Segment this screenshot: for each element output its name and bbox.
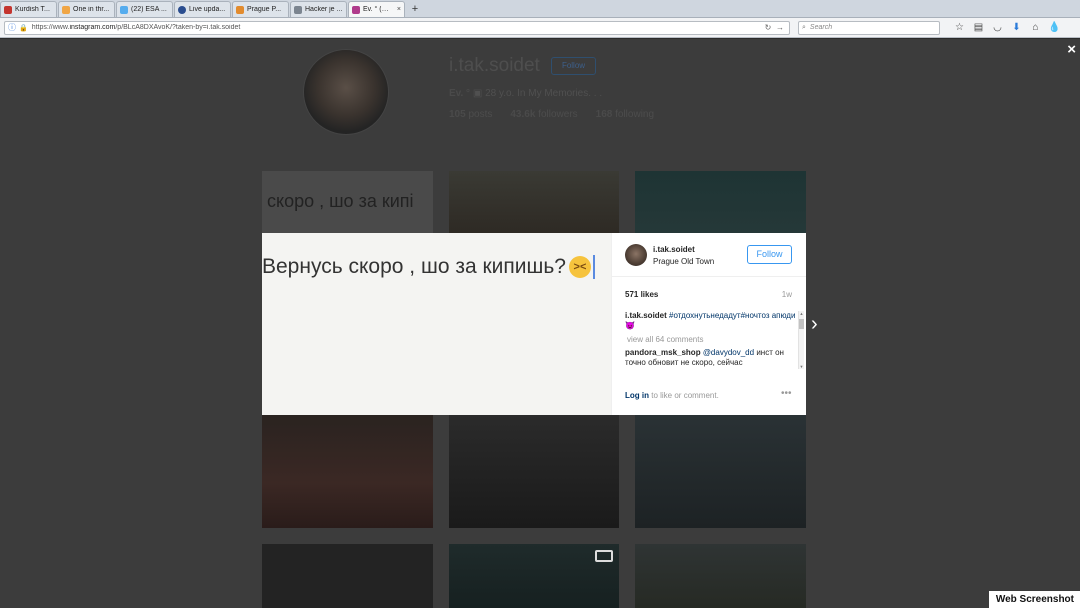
bio-emoji-icon: ▣ [472, 88, 483, 99]
grid-post-5[interactable] [449, 415, 619, 528]
bio-name: Ev. ° [449, 88, 471, 99]
download-icon[interactable]: ⬇ [1007, 22, 1026, 33]
post-username[interactable]: i.tak.soidet [653, 245, 695, 254]
text-caret [592, 255, 595, 280]
posts-stat: 105 posts [449, 109, 493, 120]
close-icon[interactable]: × [1067, 41, 1076, 58]
tab-label: Kurdish T... [15, 6, 50, 13]
tab-label: (22) ESA ... [131, 6, 167, 13]
star-icon[interactable]: ☆ [950, 22, 969, 33]
profile-stats: 105 posts 43.6k followers 168 following [449, 109, 654, 120]
grid-post-6[interactable] [635, 415, 806, 528]
following-stat[interactable]: 168 following [596, 109, 654, 120]
likes-row: 571 likes 1w [625, 290, 792, 299]
comment-item: pandora_msk_shop @davydov_dd инст он точ… [625, 348, 800, 368]
search-icon: ⌕ [802, 23, 806, 31]
sync-icon[interactable]: 💧 [1045, 22, 1064, 33]
scroll-up-icon[interactable]: ▲ [799, 311, 804, 316]
url-bar[interactable]: ⓘ 🔒 https://www.instagram.com/p/BLcA8DXA… [4, 20, 790, 35]
profile-bio: Ev. ° ▣ 28 y.o. In My Memories. . . [449, 88, 602, 99]
lock-icon: 🔒 [19, 24, 28, 32]
grid-post-9[interactable] [635, 544, 806, 608]
laughing-emoji-icon: >< [568, 256, 591, 279]
likes-count[interactable]: 571 likes [625, 290, 658, 299]
page-overlay: × i.tak.soidet Follow Ev. ° ▣ 28 y.o. In… [0, 39, 1080, 608]
login-text: to like or comment. [651, 391, 719, 400]
post-header: i.tak.soidet Prague Old Town Follow [612, 233, 806, 277]
grid-post-2[interactable] [449, 171, 619, 233]
new-tab-button[interactable]: + [408, 3, 422, 17]
next-post-arrow-icon[interactable]: › [811, 313, 818, 336]
login-link[interactable]: Log in [625, 391, 649, 400]
home-icon[interactable]: ⌂ [1026, 22, 1045, 33]
tab-close-icon[interactable]: × [397, 6, 401, 13]
tab-label: Live upda... [189, 6, 226, 13]
grid-post-3[interactable] [635, 171, 806, 233]
profile-username: i.tak.soidet [449, 55, 540, 76]
avatar[interactable] [625, 244, 647, 266]
tab-favicon-icon [4, 5, 12, 14]
scroll-down-icon[interactable]: ▼ [799, 364, 804, 369]
profile-follow-button[interactable]: Follow [551, 57, 596, 75]
tab-label: Hacker je ... [305, 6, 343, 13]
browser-tab-bar: Kurdish T... One in thr... (22) ESA ... … [0, 0, 1080, 18]
comment-user[interactable]: pandora_msk_shop [625, 348, 701, 357]
tab-favicon-icon [62, 5, 70, 14]
tab-favicon-icon [294, 5, 302, 14]
bio-text: 28 y.o. In My Memories. . . [485, 88, 603, 99]
view-all-comments-link[interactable]: view all 64 comments [627, 335, 800, 345]
tab-esa[interactable]: (22) ESA ... [116, 1, 173, 17]
twitter-icon [120, 5, 128, 14]
comments-scrollbar[interactable]: ▲ ▼ [798, 311, 804, 369]
login-prompt: Log in to like or comment. [625, 391, 719, 400]
instagram-icon [352, 5, 360, 14]
info-icon[interactable]: ⓘ [8, 22, 16, 33]
tab-kurdish[interactable]: Kurdish T... [0, 1, 57, 17]
watermark: Web Screenshot [988, 591, 1080, 608]
video-icon [595, 550, 613, 562]
tab-label: Prague P... [247, 6, 282, 13]
tab-live-update[interactable]: Live upda... [174, 1, 231, 17]
browser-nav-bar: ⓘ 🔒 https://www.instagram.com/p/BLcA8DXA… [0, 18, 1080, 38]
post-image-text: Вернусь скоро , шо за кипишь? >< [262, 255, 595, 280]
tab-one-in-three[interactable]: One in thr... [58, 1, 115, 17]
search-placeholder: Search [809, 24, 833, 31]
reading-list-icon[interactable]: ▤ [969, 22, 988, 33]
follow-button[interactable]: Follow [747, 245, 792, 264]
tab-prague[interactable]: Prague P... [232, 1, 289, 17]
profile-avatar[interactable] [303, 49, 389, 135]
comment-mention[interactable]: @davydov_dd [703, 348, 754, 357]
post-time: 1w [781, 290, 792, 299]
toolbar-icons: ☆ ▤ ◡ ⬇ ⌂ 💧 [950, 22, 1064, 33]
search-input[interactable]: ⌕ Search [798, 20, 940, 35]
post-image[interactable]: Вернусь скоро , шо за кипишь? >< [262, 233, 611, 415]
followers-stat[interactable]: 43.6k followers [510, 109, 577, 120]
comments-list: i.tak.soidet #отдохнутьнедадут#ночтоз ап… [625, 311, 800, 369]
tab-favicon-icon [178, 5, 186, 14]
caption: i.tak.soidet #отдохнутьнедадут#ночтоз ап… [625, 311, 800, 331]
go-arrow-icon[interactable]: → [774, 23, 786, 32]
tab-label: Ev. ° (@i.t... [363, 6, 395, 13]
post-sidebar: i.tak.soidet Prague Old Town Follow 571 … [611, 233, 806, 415]
more-options-icon[interactable]: ••• [781, 388, 792, 399]
tab-instagram[interactable]: Ev. ° (@i.t...× [348, 1, 405, 17]
tab-favicon-icon [236, 5, 244, 14]
scrollbar-thumb[interactable] [799, 319, 804, 329]
pocket-icon[interactable]: ◡ [988, 22, 1007, 33]
tab-label: One in thr... [73, 6, 110, 13]
grid-post-7[interactable] [262, 544, 433, 608]
post-location[interactable]: Prague Old Town [653, 257, 714, 266]
grid-post-8[interactable] [449, 544, 619, 608]
caption-user[interactable]: i.tak.soidet [625, 311, 667, 320]
url-text: https://www.instagram.com/p/BLcA8DXAvoK/… [31, 24, 241, 31]
grid-post-1[interactable]: скоро , шо за кипі [262, 171, 433, 233]
post-modal: Вернусь скоро , шо за кипишь? >< i.tak.so… [262, 233, 806, 415]
grid-post-4[interactable] [262, 415, 433, 528]
tab-hacker[interactable]: Hacker je ... [290, 1, 347, 17]
reload-icon[interactable]: ↻ [762, 23, 774, 32]
